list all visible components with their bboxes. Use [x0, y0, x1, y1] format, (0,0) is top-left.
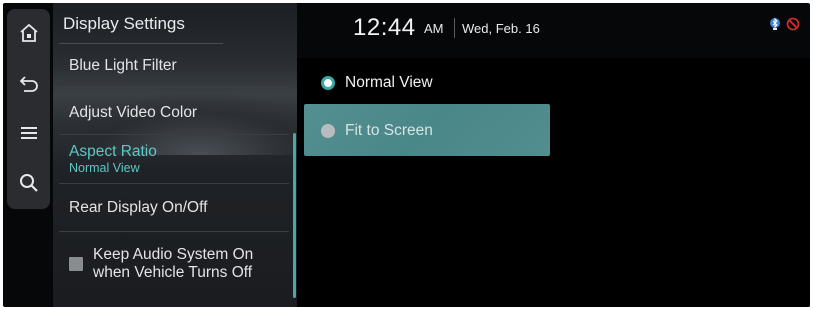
divider	[59, 183, 289, 184]
back-button[interactable]	[7, 61, 50, 105]
divider	[59, 134, 289, 135]
clock-time: 12:44	[353, 14, 416, 41]
menu-button[interactable]	[7, 111, 50, 155]
home-button[interactable]	[7, 11, 50, 55]
menu-icon	[20, 127, 37, 139]
scrollbar[interactable]	[293, 133, 296, 298]
options-panel	[297, 58, 810, 307]
search-icon	[19, 174, 38, 192]
no-connection-icon	[786, 17, 800, 31]
home-icon	[19, 23, 38, 42]
keep-audio-label-line2: when Vehicle Turns Off	[93, 264, 253, 281]
menu-item-rear-display[interactable]: Rear Display On/Off	[69, 199, 207, 217]
option-label: Fit to Screen	[345, 122, 433, 139]
left-rail	[7, 9, 50, 209]
clock-date: Wed, Feb. 16	[462, 21, 540, 36]
back-icon	[19, 76, 38, 92]
radio-selected-icon	[321, 76, 335, 90]
menu-item-adjust-video-color[interactable]: Adjust Video Color	[69, 104, 197, 122]
radio-unselected-icon	[321, 124, 335, 138]
page-title: Display Settings	[63, 14, 185, 33]
clock-ampm: AM	[424, 21, 444, 36]
divider	[59, 231, 289, 232]
option-normal-view[interactable]: Normal View	[321, 74, 433, 92]
aspect-ratio-value: Normal View	[69, 161, 140, 175]
search-button[interactable]	[7, 161, 50, 205]
screen: Display Settings Blue Light Filter Adjus…	[3, 3, 810, 307]
keep-audio-checkbox[interactable]	[69, 257, 83, 271]
option-label: Normal View	[345, 74, 433, 91]
menu-item-blue-light-filter[interactable]: Blue Light Filter	[69, 57, 177, 75]
bluetooth-phone-icon	[770, 17, 780, 30]
option-fit-to-screen[interactable]: Fit to Screen	[321, 122, 433, 140]
menu-item-aspect-ratio[interactable]: Aspect Ratio	[69, 143, 157, 161]
header-separator	[454, 18, 455, 38]
divider	[59, 87, 289, 88]
keep-audio-label-line1: Keep Audio System On	[93, 246, 254, 263]
keep-audio-label[interactable]: Keep Audio System On when Vehicle Turns …	[93, 246, 253, 282]
status-icons	[768, 17, 800, 31]
title-underline	[59, 43, 223, 44]
